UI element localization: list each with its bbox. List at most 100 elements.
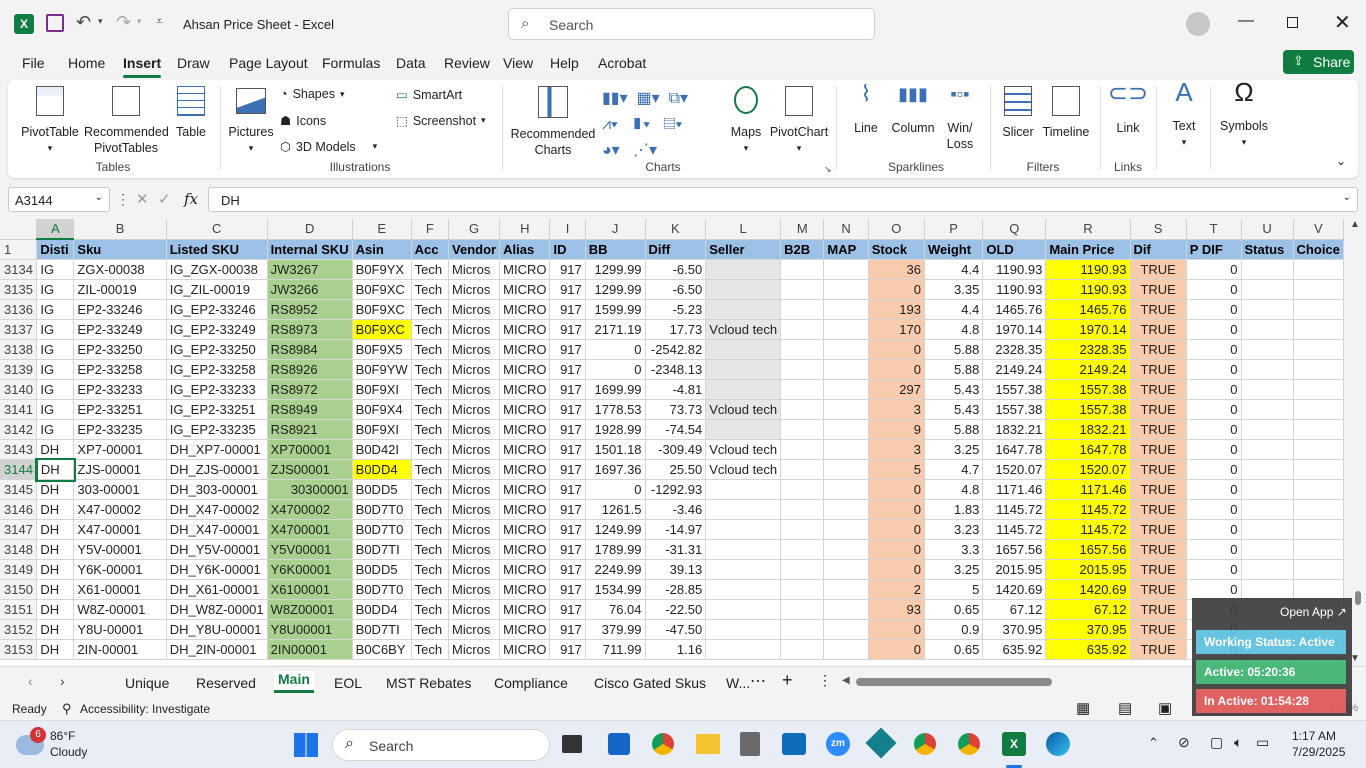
table-cell[interactable]: DH_X47-00002 (166, 499, 268, 520)
tab-view[interactable]: View (503, 55, 533, 71)
table-cell[interactable]: MICRO (499, 599, 551, 620)
table-cell[interactable]: MICRO (499, 479, 551, 500)
table-cell[interactable]: 303-00001 (73, 479, 167, 500)
table-cell[interactable]: IG_EP2-33251 (166, 399, 268, 420)
table-cell[interactable]: IG_EP2-33246 (166, 299, 268, 320)
table-cell[interactable] (1293, 459, 1344, 480)
table-cell[interactable]: 0 (585, 339, 646, 360)
table-cell[interactable]: 1520.07 (982, 459, 1047, 480)
table-cell[interactable]: Micros (448, 559, 501, 580)
battery-icon[interactable]: ▭ (1256, 734, 1269, 751)
table-cell[interactable]: 67.12 (982, 599, 1047, 620)
table-cell[interactable] (823, 619, 869, 640)
table-cell[interactable] (823, 539, 869, 560)
table-cell[interactable]: Tech (411, 599, 450, 620)
column-title[interactable]: Weight (924, 239, 984, 260)
table-cell[interactable] (1241, 379, 1294, 400)
column-header-d[interactable]: D (267, 219, 353, 240)
table-cell[interactable] (705, 499, 782, 520)
table-cell[interactable]: MICRO (499, 279, 551, 300)
table-cell[interactable]: Y6K00001 (267, 559, 353, 580)
sheet-options-icon[interactable]: ⋮ (818, 672, 832, 689)
table-cell[interactable]: 0 (1186, 279, 1242, 300)
table-cell[interactable]: TRUE (1130, 559, 1187, 580)
open-app-link[interactable]: Open App ↗ (1280, 605, 1347, 619)
table-cell[interactable]: 917 (549, 319, 586, 340)
table-cell[interactable]: TRUE (1130, 599, 1187, 620)
clock-date[interactable]: 7/29/2025 (1292, 745, 1345, 759)
table-cell[interactable] (823, 459, 869, 480)
table-cell[interactable]: Micros (448, 419, 501, 440)
accessibility-status[interactable]: Accessibility: Investigate (80, 702, 210, 716)
table-cell[interactable]: 0 (1186, 379, 1242, 400)
table-cell[interactable]: Vcloud tech (705, 399, 782, 420)
table-cell[interactable]: 1970.14 (982, 319, 1047, 340)
table-cell[interactable]: X6100001 (267, 579, 353, 600)
enter-icon[interactable]: ✓ (158, 190, 171, 208)
table-cell[interactable]: TRUE (1130, 639, 1187, 660)
table-cell[interactable] (823, 419, 869, 440)
cancel-icon[interactable]: ✕ (136, 190, 149, 208)
table-cell[interactable] (1293, 259, 1344, 280)
table-cell[interactable]: EP2-33258 (73, 359, 167, 380)
table-cell[interactable]: Micros (448, 439, 501, 460)
table-cell[interactable]: MICRO (499, 559, 551, 580)
table-cell[interactable]: X47-00001 (73, 519, 167, 540)
table-cell[interactable]: Tech (411, 499, 450, 520)
recommended-charts-button[interactable]: Recommended Charts (508, 86, 598, 158)
table-cell[interactable] (1293, 379, 1344, 400)
table-cell[interactable]: MICRO (499, 499, 551, 520)
next-sheet-icon[interactable]: › (60, 673, 65, 689)
table-cell[interactable] (1241, 479, 1294, 500)
pivot-chart-button[interactable]: PivotChart ▾ (766, 86, 832, 156)
save-icon[interactable] (46, 14, 64, 32)
table-cell[interactable]: 3.3 (924, 539, 984, 560)
table-cell[interactable]: Micros (448, 279, 501, 300)
name-box[interactable]: A3144 ⌄ (8, 187, 110, 212)
smartart-button[interactable]: ▭ SmartArt (396, 87, 462, 103)
table-cell[interactable]: B0D7TI (352, 539, 412, 560)
table-cell[interactable] (823, 639, 869, 660)
table-cell[interactable]: 370.95 (982, 619, 1047, 640)
table-cell[interactable] (1241, 399, 1294, 420)
row-header[interactable]: 3136 (0, 299, 38, 320)
table-cell[interactable]: 1832.21 (1045, 419, 1131, 440)
table-cell[interactable]: 2IN00001 (267, 639, 353, 660)
table-cell[interactable]: 3.25 (924, 439, 984, 460)
column-header-s[interactable]: S (1130, 219, 1187, 240)
recommended-pivottables-button[interactable]: Recommended PivotTables (84, 86, 169, 156)
table-cell[interactable]: Tech (411, 359, 450, 380)
table-cell[interactable]: -74.54 (645, 419, 707, 440)
table-cell[interactable]: DH_Y6K-00001 (166, 559, 268, 580)
screenshot-button[interactable]: ⬚ Screenshot ▾ (396, 113, 486, 129)
table-cell[interactable]: TRUE (1130, 399, 1187, 420)
table-cell[interactable]: Micros (448, 539, 501, 560)
table-cell[interactable]: 0 (868, 639, 925, 660)
table-cell[interactable]: 0.65 (924, 599, 984, 620)
pie-chart-icon[interactable]: ◕▾ (602, 142, 620, 159)
column-header-u[interactable]: U (1241, 219, 1294, 240)
timeline-button[interactable]: Timeline (1040, 86, 1092, 140)
more-options-icon[interactable]: ⋮ (116, 191, 130, 208)
column-header-j[interactable]: J (585, 219, 646, 240)
table-cell[interactable]: 635.92 (982, 639, 1047, 660)
table-cell[interactable]: 917 (549, 259, 586, 280)
sheet-tab-cisco-gated-skus[interactable]: Cisco Gated Skus (594, 675, 706, 691)
table-cell[interactable]: 0.65 (924, 639, 984, 660)
row-header[interactable]: 3149 (0, 559, 38, 580)
table-cell[interactable] (1241, 579, 1294, 600)
table-cell[interactable] (705, 479, 782, 500)
column-header-b[interactable]: B (73, 219, 167, 240)
page-break-view-icon[interactable]: ▣ (1158, 699, 1172, 717)
table-cell[interactable]: 25.50 (645, 459, 707, 480)
table-cell[interactable]: 0 (585, 479, 646, 500)
table-cell[interactable]: RS8926 (267, 359, 353, 380)
table-cell[interactable]: 917 (549, 439, 586, 460)
table-cell[interactable]: TRUE (1130, 619, 1187, 640)
table-cell[interactable]: MICRO (499, 399, 551, 420)
table-cell[interactable] (780, 259, 825, 280)
chart-type-gallery[interactable]: ▮▮▾ ▦▾ ⧉▾ ⩘▾ ▮▾ ▤▾ ◕▾ ⋰▾ (602, 86, 732, 164)
column-title[interactable]: MAP (823, 239, 869, 260)
table-cell[interactable]: 0 (1186, 339, 1242, 360)
table-cell[interactable]: Micros (448, 339, 501, 360)
